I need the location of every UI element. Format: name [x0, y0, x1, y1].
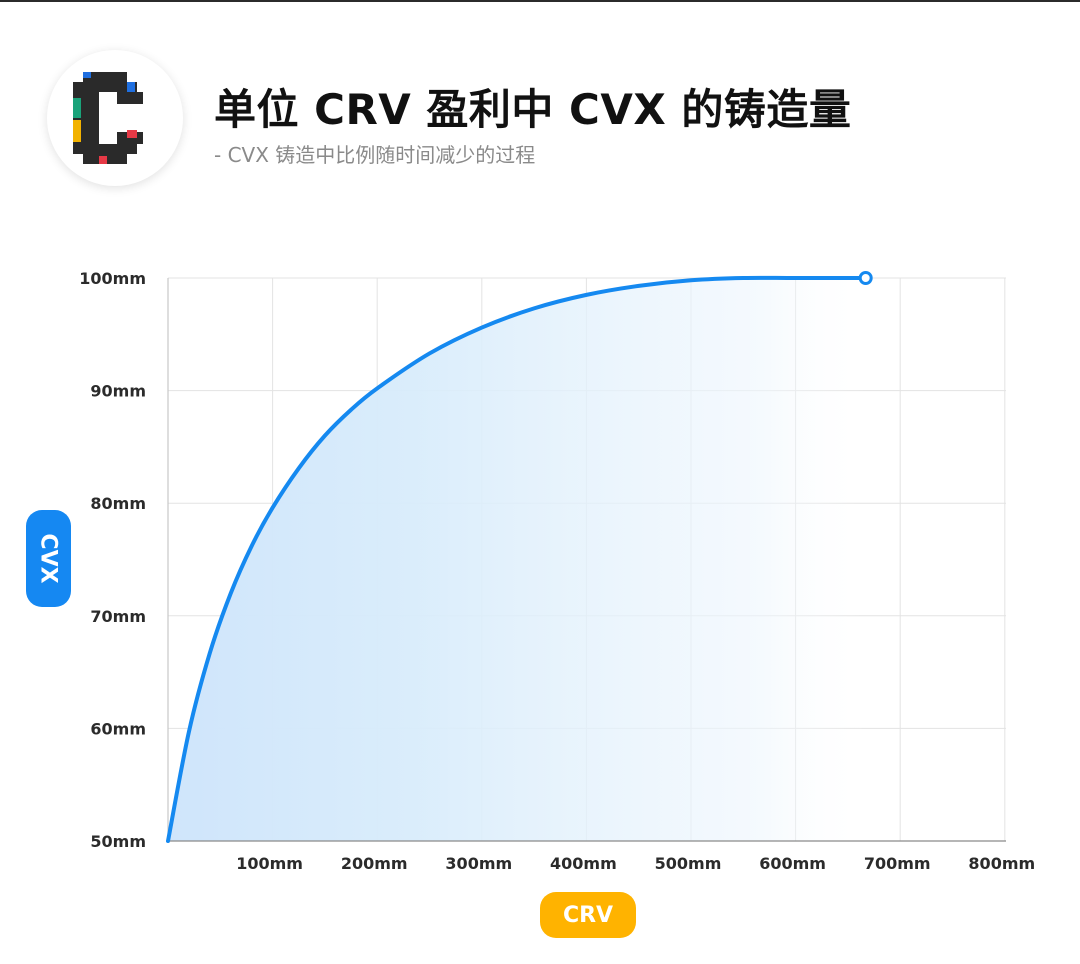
x-tick-label: 500mm [655, 854, 722, 873]
y-tick-label: 90mm [90, 382, 146, 401]
cvx-mint-chart: 50mm 60mm 70mm 80mm 90mm 100mm 100mm 200mm 300mm… [79, 269, 1035, 873]
y-tick-label: 70mm [90, 607, 146, 626]
x-tick-label: 300mm [445, 854, 512, 873]
y-tick-label: 50mm [90, 832, 146, 851]
x-tick-label: 600mm [759, 854, 826, 873]
y-tick-label: 100mm [79, 269, 146, 288]
x-tick-label: 200mm [341, 854, 408, 873]
x-axis-label: CRV [540, 892, 636, 938]
x-tick-label: 400mm [550, 854, 617, 873]
y-axis-label: CVX [26, 510, 71, 607]
y-tick-label: 80mm [90, 494, 146, 513]
y-tick-label: 60mm [90, 719, 146, 738]
series-end-marker [858, 271, 873, 285]
x-tick-label: 100mm [236, 854, 303, 873]
y-axis-label-text: CVX [36, 533, 62, 584]
x-tick-label: 800mm [968, 854, 1035, 873]
x-tick-label: 700mm [864, 854, 931, 873]
